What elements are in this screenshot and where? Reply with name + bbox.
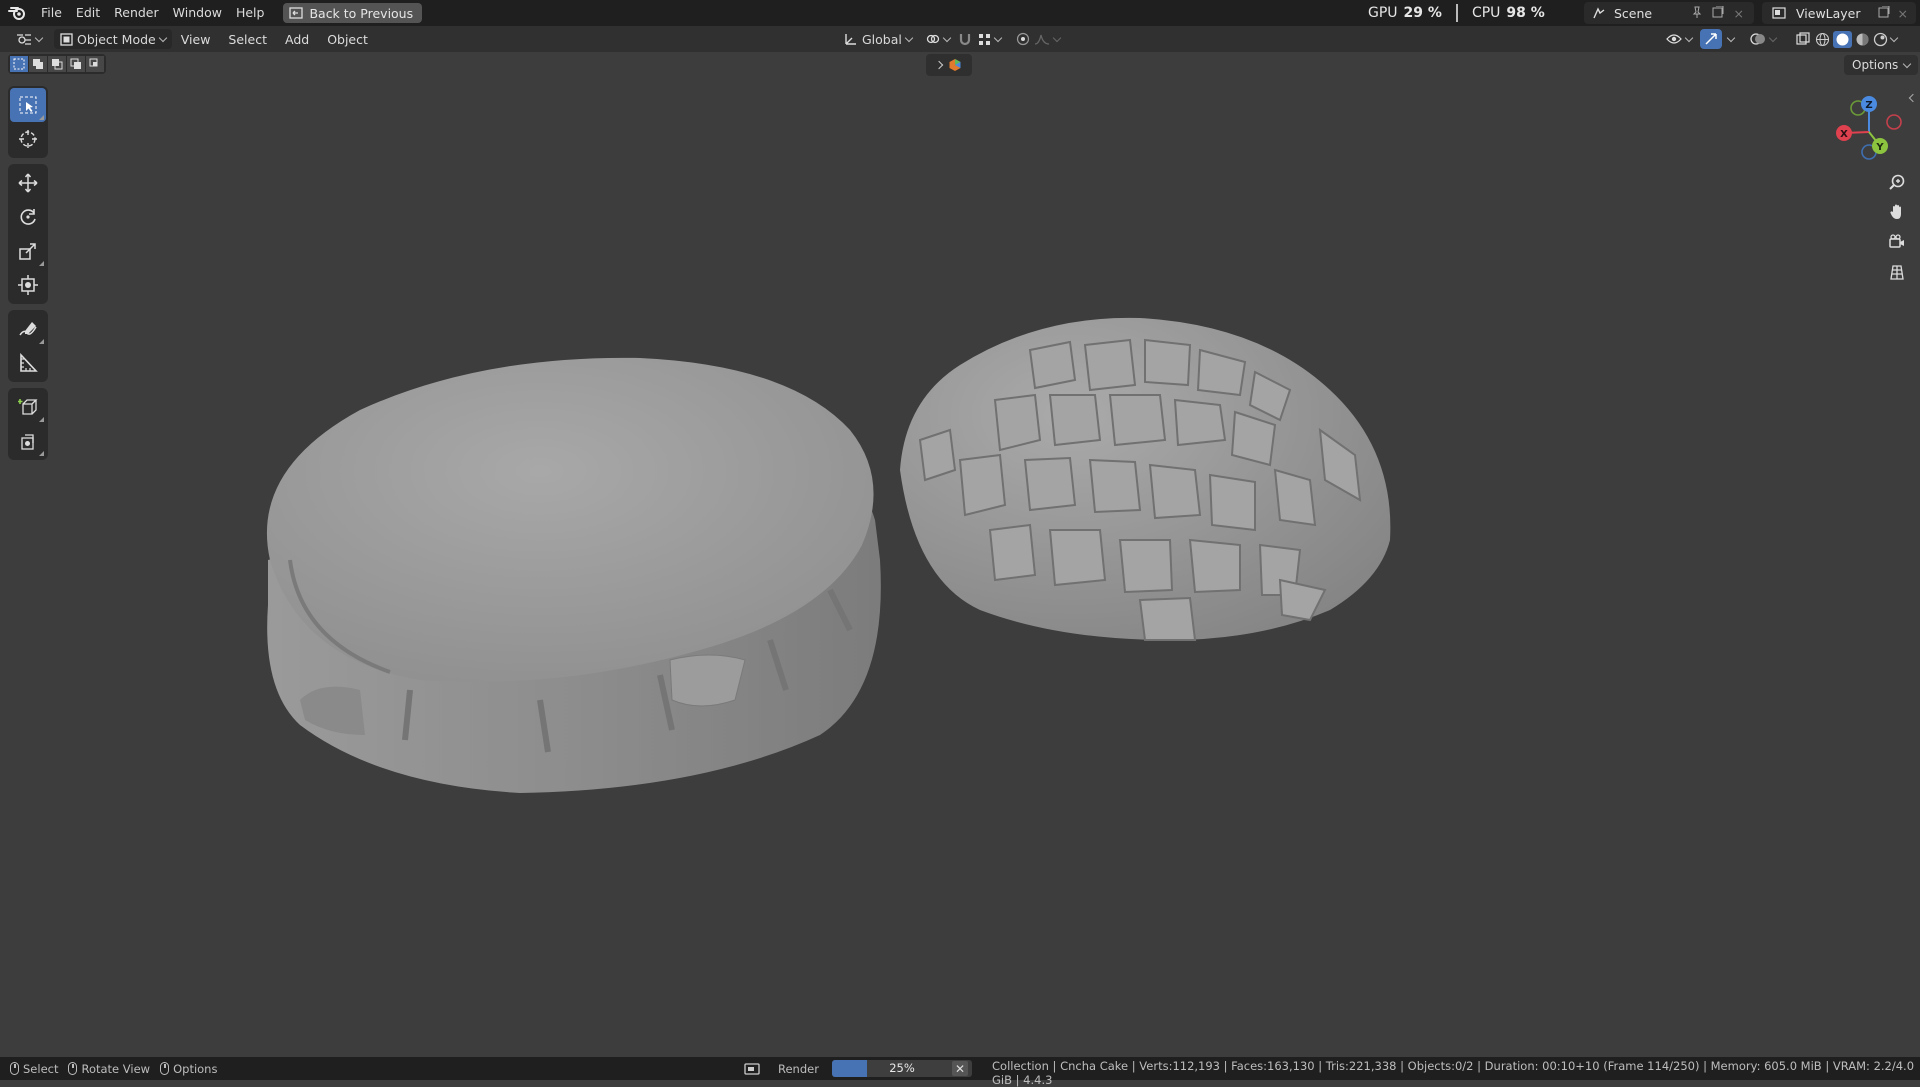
scale-icon: [19, 243, 36, 260]
left-mouse-icon: [10, 1062, 19, 1075]
status-select-label: Select: [23, 1061, 59, 1076]
annotate-tool[interactable]: [10, 312, 46, 346]
middle-mouse-icon: [68, 1062, 78, 1075]
annotate-icon: [19, 322, 37, 336]
status-hint-options: Options: [160, 1062, 217, 1076]
render-icon: [744, 1062, 760, 1075]
z-axis-label: Z: [1865, 100, 1872, 111]
cancel-render-button[interactable]: ✕: [952, 1061, 968, 1076]
render-progress-bar: 25%: [832, 1060, 972, 1077]
right-mouse-icon: [160, 1062, 170, 1075]
add-object-tool[interactable]: [10, 424, 46, 458]
cake-dome-object[interactable]: [900, 317, 1391, 641]
chevron-right-icon: [934, 60, 944, 70]
rotate-tool[interactable]: [10, 200, 46, 234]
select-subtract-mode-icon[interactable]: [48, 56, 66, 72]
pan-button[interactable]: [1882, 198, 1912, 226]
ortho-toggle-button[interactable]: [1882, 258, 1912, 286]
status-hint-rotate: Rotate View: [68, 1062, 150, 1076]
add-cube-tool[interactable]: [10, 390, 46, 424]
status-rotate-label: Rotate View: [81, 1061, 151, 1076]
select-invert-mode-icon[interactable]: [67, 56, 85, 72]
x-axis-label: X: [1840, 129, 1848, 140]
add-object-icon: [21, 434, 34, 450]
render-progress-text: 25%: [889, 1061, 915, 1075]
scale-tool[interactable]: [10, 234, 46, 268]
y-axis-label: Y: [1875, 142, 1884, 153]
measure-tool[interactable]: [10, 346, 46, 380]
select-box-tool[interactable]: [10, 88, 46, 122]
transform-tool[interactable]: [10, 268, 46, 302]
pan-hand-icon: [1890, 204, 1901, 219]
cake-base-object[interactable]: [266, 357, 881, 793]
close-icon: ✕: [954, 1061, 966, 1076]
camera-view-button[interactable]: [1882, 228, 1912, 256]
select-intersect-mode-icon[interactable]: [86, 56, 104, 72]
status-options-label: Options: [173, 1061, 218, 1076]
rotate-icon: [20, 209, 36, 225]
tool-shelf: [8, 86, 48, 466]
add-cube-icon: [18, 399, 38, 415]
select-box-icon: [19, 96, 37, 114]
zoom-icon: [1889, 174, 1905, 190]
select-new-mode-icon[interactable]: [10, 56, 28, 72]
scene-objects: [266, 317, 1391, 793]
move-icon: [18, 173, 38, 193]
zoom-button[interactable]: [1882, 168, 1912, 196]
options-label: Options: [1852, 58, 1899, 72]
render-label: Render: [778, 1061, 819, 1076]
navigation-gizmo[interactable]: Z X Y: [1822, 90, 1912, 180]
negative-x-axis-handle[interactable]: [1886, 114, 1902, 130]
camera-view-icon: [1889, 234, 1904, 248]
select-extend-mode-icon[interactable]: [29, 56, 47, 72]
move-tool[interactable]: [10, 166, 46, 200]
selection-mode-group: [8, 54, 106, 74]
cursor-icon: [19, 130, 37, 148]
render-job[interactable]: Render: [744, 1062, 819, 1076]
status-hint-select: Select: [10, 1062, 58, 1076]
asset-shelf-toggle[interactable]: [926, 54, 972, 76]
viewport-options-dropdown[interactable]: Options: [1844, 55, 1919, 75]
cursor-tool[interactable]: [10, 122, 46, 156]
asset-hexagon-icon: [949, 59, 961, 71]
transform-icon: [18, 275, 38, 295]
ortho-grid-icon: [1890, 265, 1904, 280]
measure-icon: [20, 353, 38, 372]
info-text: Collection | Cncha Cake | Verts:112,193 …: [992, 1059, 1915, 1087]
